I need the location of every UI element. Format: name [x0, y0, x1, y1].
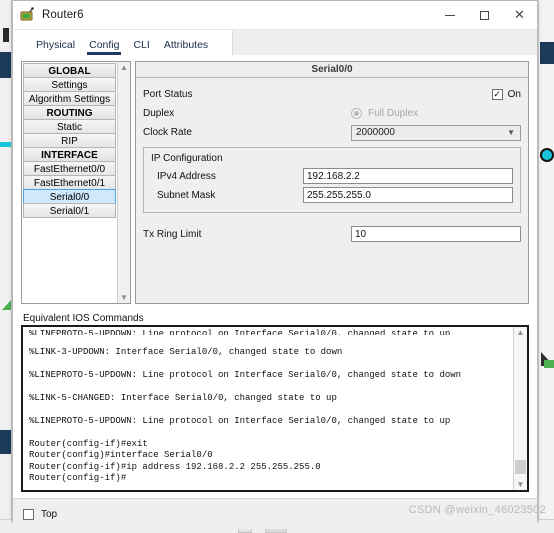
router-config-window: Router6 ✕ Physical Config CLI Attributes… — [12, 0, 538, 529]
top-checkbox[interactable] — [23, 508, 34, 520]
subnet-mask-input[interactable]: 255.255.255.0 — [303, 187, 513, 203]
interface-config-panel: Serial0/0 Port Status ✓ On Duplex Full D… — [135, 61, 529, 304]
window-title: Router6 — [42, 9, 84, 21]
tx-ring-limit-label: Tx Ring Limit — [143, 228, 202, 240]
chevron-down-icon[interactable]: ▼ — [120, 292, 128, 303]
tree-node-static[interactable]: Static — [23, 119, 116, 134]
port-status-label: Port Status — [143, 89, 193, 100]
console-scrollbar[interactable]: ▲ ▼ — [513, 327, 527, 490]
full-duplex-label: Full Duplex — [368, 108, 419, 119]
clock-rate-label: Clock Rate — [143, 127, 192, 138]
background-device-switch-right — [540, 42, 554, 64]
clock-rate-select[interactable]: 2000000 ▼ — [351, 124, 521, 141]
top-label: Top — [41, 508, 58, 520]
ip-configuration-title: IP Configuration — [151, 153, 223, 164]
ios-line-12: Router(config-if)# — [29, 473, 127, 483]
ipv4-address-label: IPv4 Address — [157, 170, 216, 182]
subnet-mask-label: Subnet Mask — [157, 189, 216, 201]
chevron-up-icon[interactable]: ▲ — [120, 62, 128, 73]
clock-rate-value: 2000000 — [356, 127, 395, 138]
port-status-control: ✓ On — [303, 89, 521, 100]
interface-panel-title: Serial0/0 — [136, 62, 528, 78]
tree-node-rip[interactable]: RIP — [23, 133, 116, 148]
ios-line-1: %LINK-3-UPDOWN: Interface Serial0/0, cha… — [29, 346, 343, 357]
tree-node-serial0-0[interactable]: Serial0/0 — [23, 189, 116, 204]
minimize-icon[interactable] — [432, 1, 467, 30]
tree-node-algorithm-settings[interactable]: Algorithm Settings — [23, 91, 116, 106]
subnet-mask-row: Subnet Mask 255.255.255.0 — [151, 186, 513, 204]
duplex-label: Duplex — [143, 108, 175, 119]
port-status-checkbox[interactable]: ✓ — [491, 89, 503, 100]
background-device-cloud-right — [540, 148, 554, 162]
config-content: GLOBAL Settings Algorithm Settings ROUTI… — [13, 55, 537, 529]
background-device-switch-left-2 — [0, 430, 11, 454]
ios-commands-text: %LINEPROTO-5-UPDOWN: Line protocol on In… — [23, 327, 513, 490]
background-right-strip — [538, 0, 554, 533]
tab-physical[interactable]: Physical — [29, 39, 82, 55]
maximize-icon[interactable] — [467, 1, 502, 30]
tree-node-global[interactable]: GLOBAL — [23, 63, 116, 78]
router-device-icon — [19, 7, 35, 23]
background-device-switch-left — [0, 52, 11, 78]
tree-node-fastethernet0-0[interactable]: FastEthernet0/0 — [23, 161, 116, 176]
subnet-mask-input-wrap: 255.255.255.0 — [303, 187, 513, 203]
clock-rate-row: Clock Rate 2000000 ▼ — [143, 124, 521, 141]
background-device-green-right — [544, 360, 554, 368]
duplex-row: Duplex Full Duplex — [143, 105, 521, 122]
ipv4-address-input[interactable]: 192.168.2.2 — [303, 168, 513, 184]
ios-commands-console[interactable]: %LINEPROTO-5-UPDOWN: Line protocol on In… — [21, 325, 529, 492]
background-device-pc-left — [3, 28, 9, 42]
interface-panel-body: Port Status ✓ On Duplex Full Duplex Cloc… — [136, 78, 528, 303]
ipv4-address-row: IPv4 Address 192.168.2.2 — [151, 167, 513, 185]
tab-attributes[interactable]: Attributes — [157, 39, 215, 55]
ios-line-3: %LINEPROTO-5-UPDOWN: Line protocol on In… — [29, 369, 462, 380]
tab-bar: Physical Config CLI Attributes — [13, 30, 537, 55]
clock-rate-control: 2000000 ▼ — [303, 124, 521, 141]
ios-line-10: Router(config)#interface Serial0/0 — [29, 450, 213, 460]
port-status-on-label: On — [507, 89, 521, 100]
window-titlebar: Router6 ✕ — [13, 1, 537, 30]
window-controls: ✕ — [432, 1, 537, 30]
ip-configuration-group: IP Configuration IPv4 Address 192.168.2.… — [143, 147, 521, 213]
tab-cli[interactable]: CLI — [126, 39, 156, 55]
chevron-down-icon[interactable]: ▼ — [507, 128, 515, 137]
duplex-control: Full Duplex — [303, 108, 521, 119]
tree-node-list: GLOBAL Settings Algorithm Settings ROUTI… — [22, 62, 117, 303]
ipv4-address-input-wrap: 192.168.2.2 — [303, 168, 513, 184]
close-icon[interactable]: ✕ — [502, 1, 537, 30]
console-scrollbar-thumb[interactable] — [515, 460, 526, 474]
ios-line-5: %LINK-5-CHANGED: Interface Serial0/0, ch… — [29, 392, 337, 403]
chevron-down-icon[interactable]: ▼ — [517, 479, 525, 490]
tree-node-interface[interactable]: INTERFACE — [23, 147, 116, 162]
tree-scrollbar[interactable]: ▲ ▼ — [117, 62, 130, 303]
port-status-row: Port Status ✓ On — [143, 86, 521, 103]
tab-config[interactable]: Config — [82, 39, 126, 55]
ios-line-11: Router(config-if)#ip address 192.168.2.2… — [29, 461, 321, 472]
tree-node-serial0-1[interactable]: Serial0/1 — [23, 203, 116, 218]
tree-node-settings[interactable]: Settings — [23, 77, 116, 92]
tx-ring-limit-control: 10 — [303, 226, 521, 242]
chevron-up-icon[interactable]: ▲ — [517, 327, 525, 338]
tree-node-routing[interactable]: ROUTING — [23, 105, 116, 120]
ios-line-9: Router(config-if)#exit — [29, 438, 148, 449]
tx-ring-limit-row: Tx Ring Limit 10 — [143, 225, 521, 243]
tree-node-fastethernet0-1[interactable]: FastEthernet0/1 — [23, 175, 116, 190]
equivalent-ios-commands-label: Equivalent IOS Commands — [23, 313, 144, 324]
ios-line-clipped: %LINEPROTO-5-UPDOWN: Line protocol on In… — [29, 329, 451, 335]
full-duplex-radio[interactable] — [351, 108, 362, 119]
config-upper-area: GLOBAL Settings Algorithm Settings ROUTI… — [21, 61, 529, 304]
watermark: CSDN @weixin_46023502 — [408, 504, 546, 516]
ios-line-7: %LINEPROTO-5-UPDOWN: Line protocol on In… — [29, 415, 451, 426]
background-device-cloud-left — [0, 142, 11, 147]
tx-ring-limit-input[interactable]: 10 — [351, 226, 521, 242]
config-navigation-tree: GLOBAL Settings Algorithm Settings ROUTI… — [21, 61, 131, 304]
